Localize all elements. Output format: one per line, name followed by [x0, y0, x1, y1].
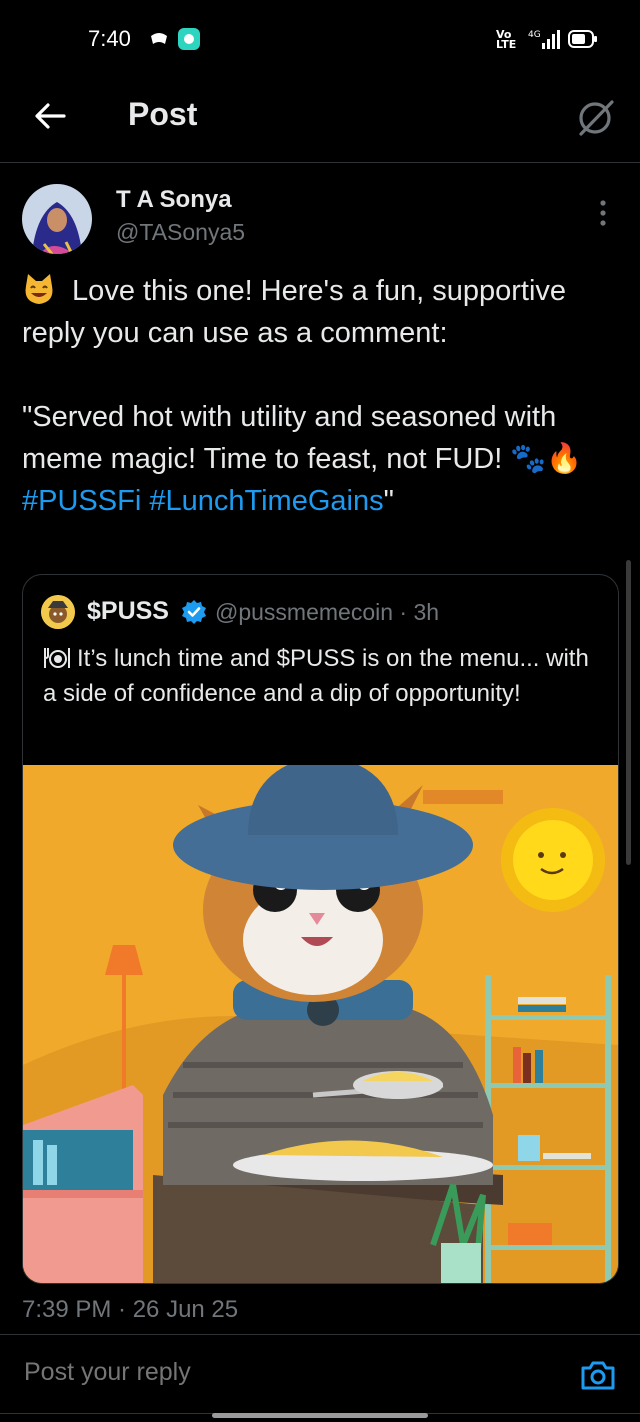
page-title: Post [128, 96, 198, 132]
quoted-post[interactable]: $PUSS @pussmemecoin · 3h It’s lunch time… [22, 574, 619, 1284]
quoted-avatar[interactable] [41, 595, 75, 629]
status-bar: 7:40 Vo LTE 4G [0, 0, 640, 80]
verified-badge-icon [182, 600, 206, 624]
quoted-handle: @pussmemecoin · 3h [215, 599, 440, 625]
tweet-line-1: Love this one! Here's a fun, supportive … [22, 275, 575, 349]
scroll-indicator[interactable] [626, 560, 631, 865]
grok-icon[interactable] [574, 96, 616, 138]
notification-app-icon [178, 28, 200, 50]
notification-game-icon [151, 33, 167, 44]
avatar[interactable] [22, 184, 92, 254]
svg-text:4G: 4G [528, 30, 541, 40]
tweet-quote-text: "Served hot with utility and seasoned wi… [22, 401, 591, 475]
fork-knife-plate-icon [44, 648, 70, 668]
quoted-text-content: It’s lunch time and $PUSS is on the menu… [43, 645, 589, 707]
more-vertical-icon[interactable] [596, 198, 610, 228]
page-header: Post [0, 82, 640, 163]
reply-bar [0, 1334, 640, 1414]
tweet-hashtags[interactable]: #PUSSFi #LunchTimeGains [22, 485, 384, 517]
camera-icon[interactable] [580, 1359, 616, 1391]
gesture-nav-handle[interactable] [212, 1413, 428, 1418]
battery-icon [568, 30, 597, 48]
author-name[interactable]: T A Sonya [116, 186, 232, 214]
tweet-text: Love this one! Here's a fun, supportive … [22, 270, 622, 522]
grinning-cat-emoji-icon [25, 274, 53, 304]
post-timestamp: 7:39 PM · 26 Jun 25 [22, 1296, 239, 1323]
reply-input[interactable] [22, 1357, 526, 1388]
signal-icon: 4G [528, 30, 560, 49]
tweet-close-quote: " [383, 485, 394, 517]
quoted-text: It’s lunch time and $PUSS is on the menu… [43, 641, 603, 711]
status-time: 7:40 [88, 26, 131, 51]
back-arrow-icon[interactable] [30, 98, 70, 134]
quoted-post-image[interactable] [23, 765, 618, 1283]
volte-indicator: Vo LTE [496, 28, 517, 51]
author-handle[interactable]: @TASonya5 [116, 219, 245, 246]
quoted-name: $PUSS [87, 597, 169, 625]
sun-graphic [501, 808, 605, 912]
